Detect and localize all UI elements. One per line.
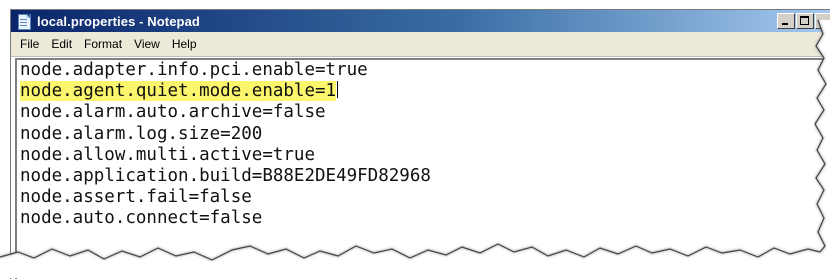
editor-line[interactable]: node.allow.multi.active=true [17, 145, 830, 166]
menu-edit[interactable]: Edit [51, 37, 72, 51]
minimize-button[interactable] [777, 13, 795, 29]
menu-file[interactable]: File [20, 37, 39, 51]
editor-line[interactable]: node.alarm.log.size=200 [17, 124, 830, 145]
text-caret [337, 81, 339, 99]
window-title: local.properties - Notepad [37, 13, 200, 29]
editor-line[interactable]: node.application.build=B88E2DE49FD82968 [17, 166, 830, 187]
title-bar[interactable]: local.properties - Notepad [11, 10, 830, 32]
maximize-button[interactable] [796, 13, 814, 29]
highlighted-text: node.agent.quiet.mode.enable=1 [20, 81, 337, 102]
maximize-icon [800, 16, 809, 25]
window-controls [776, 13, 830, 29]
minimize-icon [782, 23, 788, 25]
editor-line[interactable]: node.adapter.info.pci.enable=true [17, 60, 830, 81]
menu-bar: File Edit Format View Help [11, 32, 830, 57]
editor-line[interactable]: node.alarm.auto.archive=false [17, 102, 830, 123]
notepad-window: local.properties - Notepad File Edit For… [10, 9, 830, 279]
menu-format[interactable]: Format [84, 37, 122, 51]
text-editor[interactable]: node.adapter.info.pci.enable=true node.a… [15, 58, 830, 279]
menu-help[interactable]: Help [172, 37, 197, 51]
editor-line[interactable]: node.auto.connect=false [17, 208, 830, 229]
editor-line-highlighted[interactable]: node.agent.quiet.mode.enable=1 [17, 81, 830, 102]
menu-view[interactable]: View [134, 37, 160, 51]
close-button[interactable] [815, 13, 830, 29]
editor-line[interactable]: node.assert.fail=false [17, 187, 830, 208]
notepad-icon[interactable] [17, 13, 31, 30]
